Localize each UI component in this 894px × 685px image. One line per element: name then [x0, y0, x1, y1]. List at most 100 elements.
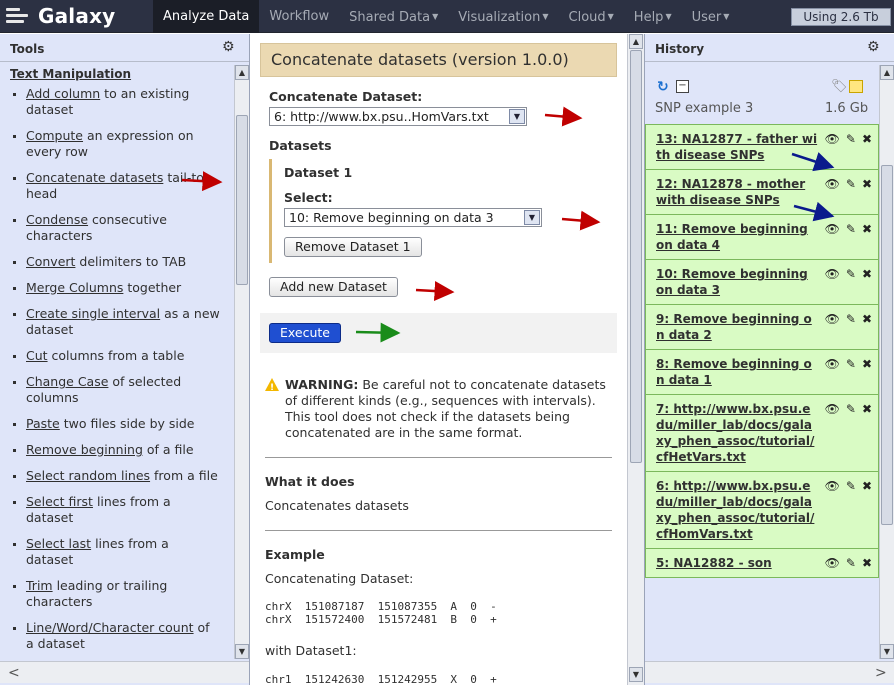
tab-cloud[interactable]: Cloud ▼	[559, 0, 624, 33]
eye-icon[interactable]: 👁	[825, 555, 840, 571]
pencil-icon[interactable]: ✎	[846, 401, 856, 417]
eye-icon[interactable]: 👁	[825, 478, 840, 494]
select-label: Select:	[284, 190, 333, 205]
dataset-title[interactable]: 11: Remove beginning on data 4	[656, 222, 808, 252]
scroll-thumb[interactable]	[236, 115, 248, 285]
delete-icon[interactable]: ✖	[862, 401, 872, 417]
scroll-down-icon[interactable]: ▼	[880, 644, 894, 659]
tool-link[interactable]: Merge Columns	[26, 280, 123, 295]
gear-icon[interactable]: ⚙	[867, 40, 881, 54]
concat-dataset-select[interactable]: 6: http://www.bx.psu..HomVars.txt ▼	[269, 107, 527, 126]
scroll-down-icon[interactable]: ▼	[629, 667, 643, 682]
dataset-title[interactable]: 8: Remove beginning on data 1	[656, 357, 812, 387]
tag-icon[interactable]: 🏷	[831, 79, 848, 94]
delete-icon[interactable]: ✖	[862, 131, 872, 147]
tab-shared-data[interactable]: Shared Data ▼	[339, 0, 448, 33]
pencil-icon[interactable]: ✎	[846, 266, 856, 282]
tool-description: columns from a table	[47, 348, 185, 363]
scroll-thumb[interactable]	[630, 50, 642, 463]
tab-analyze-data[interactable]: Analyze Data	[153, 0, 260, 33]
pencil-icon[interactable]: ✎	[846, 555, 856, 571]
tool-link[interactable]: Add column	[26, 86, 100, 101]
dataset-1-select[interactable]: 10: Remove beginning on data 3 ▼	[284, 208, 542, 227]
delete-icon[interactable]: ✖	[862, 266, 872, 282]
collapse-left-icon[interactable]: <	[8, 665, 20, 681]
chevron-down-icon[interactable]: ▼	[524, 210, 540, 225]
eye-icon[interactable]: 👁	[825, 266, 840, 282]
tool-link[interactable]: Concatenate datasets	[26, 170, 163, 185]
caret-down-icon: ▼	[542, 12, 549, 21]
tool-link[interactable]: Convert	[26, 254, 75, 269]
concat-dataset-value: 6: http://www.bx.psu..HomVars.txt	[274, 109, 489, 124]
history-scrollbar[interactable]: ▲ ▼	[879, 65, 894, 659]
refresh-icon[interactable]: ↻	[657, 79, 669, 95]
chevron-down-icon[interactable]: ▼	[509, 109, 525, 124]
scroll-up-icon[interactable]: ▲	[235, 65, 249, 80]
history-dataset: 10: Remove beginning on data 3 👁 ✎ ✖	[645, 260, 879, 305]
scroll-thumb[interactable]	[881, 165, 893, 525]
quota-meter[interactable]: Using 2.6 Tb	[791, 8, 891, 26]
tool-link[interactable]: Create single interval	[26, 306, 160, 321]
remove-dataset-button[interactable]: Remove Dataset 1	[284, 237, 422, 257]
tools-hscroll[interactable]: <	[0, 661, 249, 683]
pencil-icon[interactable]: ✎	[846, 131, 856, 147]
eye-icon[interactable]: 👁	[825, 356, 840, 372]
pencil-icon[interactable]: ✎	[846, 356, 856, 372]
tab-workflow[interactable]: Workflow	[259, 0, 339, 33]
gear-icon[interactable]: ⚙	[222, 40, 236, 54]
caret-down-icon: ▼	[723, 12, 730, 21]
tool-link[interactable]: Cut	[26, 348, 48, 363]
dataset-title[interactable]: 12: NA12878 - mother with disease SNPs	[656, 177, 805, 207]
delete-icon[interactable]: ✖	[862, 555, 872, 571]
delete-icon[interactable]: ✖	[862, 176, 872, 192]
tool-section-title[interactable]: Text Manipulation	[10, 67, 233, 81]
history-title: History	[655, 42, 705, 56]
eye-icon[interactable]: 👁	[825, 176, 840, 192]
delete-icon[interactable]: ✖	[862, 311, 872, 327]
eye-icon[interactable]: 👁	[825, 401, 840, 417]
delete-icon[interactable]: ✖	[862, 356, 872, 372]
dataset-title[interactable]: 5: NA12882 - son	[656, 556, 772, 570]
dataset-title[interactable]: 6: http://www.bx.psu.edu/miller_lab/docs…	[656, 479, 814, 541]
pencil-icon[interactable]: ✎	[846, 311, 856, 327]
annotation-icon[interactable]	[849, 80, 863, 93]
tool-link[interactable]: Remove beginning	[26, 442, 143, 457]
history-hscroll[interactable]: >	[645, 661, 894, 683]
collapse-icon[interactable]: −	[676, 80, 689, 93]
pencil-icon[interactable]: ✎	[846, 478, 856, 494]
tool-link[interactable]: Change Case	[26, 374, 108, 389]
tools-scrollbar[interactable]: ▲ ▼	[234, 65, 249, 659]
pencil-icon[interactable]: ✎	[846, 221, 856, 237]
tool-link[interactable]: Compute	[26, 128, 83, 143]
add-dataset-button[interactable]: Add new Dataset	[269, 277, 398, 297]
scroll-up-icon[interactable]: ▲	[629, 34, 643, 49]
dataset-title[interactable]: 7: http://www.bx.psu.edu/miller_lab/docs…	[656, 402, 814, 464]
tool-link[interactable]: Select last	[26, 536, 91, 551]
eye-icon[interactable]: 👁	[825, 221, 840, 237]
center-scrollbar[interactable]: ▲ ▼	[627, 34, 644, 685]
execute-button[interactable]: Execute	[269, 323, 341, 343]
scroll-up-icon[interactable]: ▲	[880, 65, 894, 80]
scroll-down-icon[interactable]: ▼	[235, 644, 249, 659]
history-name[interactable]: SNP example 3	[655, 101, 753, 116]
dataset-title[interactable]: 13: NA12877 - father with disease SNPs	[656, 132, 817, 162]
tool-link[interactable]: Line/Word/Character count	[26, 620, 194, 635]
tab-visualization[interactable]: Visualization ▼	[448, 0, 558, 33]
dataset-title[interactable]: 9: Remove beginning on data 2	[656, 312, 812, 342]
delete-icon[interactable]: ✖	[862, 221, 872, 237]
dataset-title[interactable]: 10: Remove beginning on data 3	[656, 267, 808, 297]
tool-link[interactable]: Select random lines	[26, 468, 150, 483]
history-size: 1.6 Gb	[825, 101, 869, 116]
delete-icon[interactable]: ✖	[862, 478, 872, 494]
tool-link[interactable]: Condense	[26, 212, 88, 227]
eye-icon[interactable]: 👁	[825, 131, 840, 147]
tab-user[interactable]: User ▼	[682, 0, 740, 33]
collapse-right-icon[interactable]: >	[875, 665, 887, 681]
tool-link[interactable]: Select first	[26, 494, 93, 509]
eye-icon[interactable]: 👁	[825, 311, 840, 327]
tool-link[interactable]: Trim	[26, 578, 53, 593]
tab-help[interactable]: Help ▼	[624, 0, 682, 33]
brand[interactable]: Galaxy	[6, 3, 115, 29]
pencil-icon[interactable]: ✎	[846, 176, 856, 192]
tool-link[interactable]: Paste	[26, 416, 60, 431]
